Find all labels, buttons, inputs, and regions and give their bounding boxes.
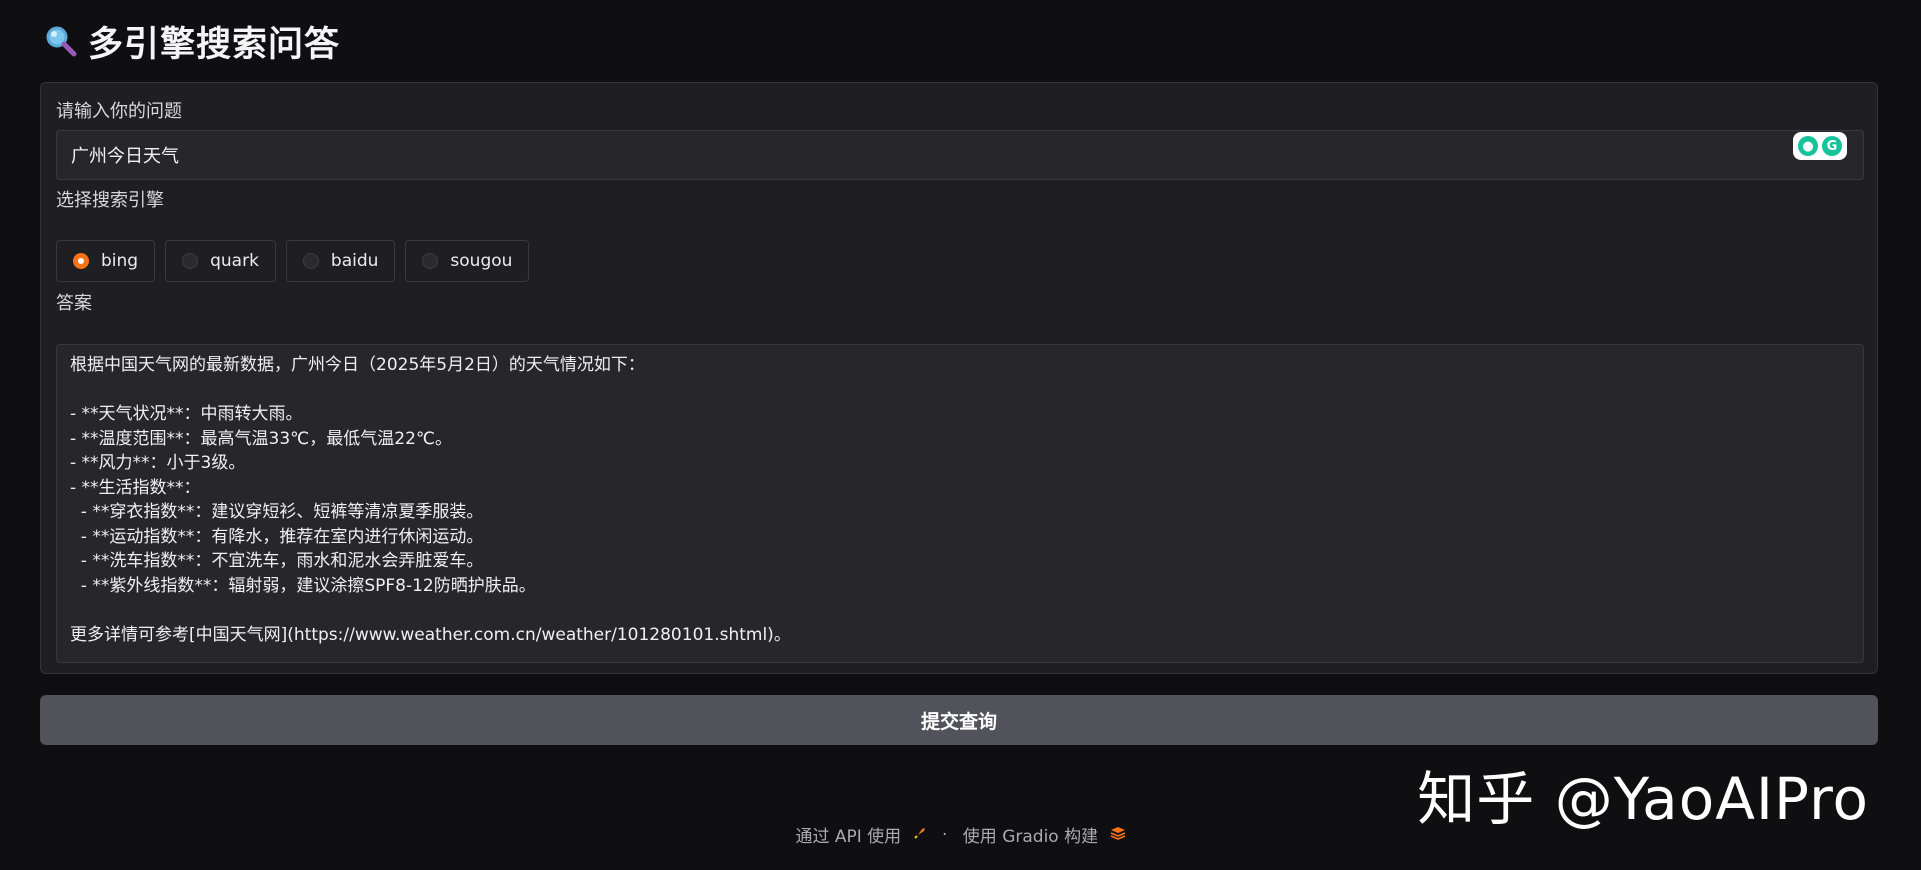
rocket-icon — [913, 825, 927, 845]
radio-unselected-icon[interactable] — [422, 253, 439, 269]
engine-option-label: bing — [101, 251, 139, 271]
radio-selected-icon[interactable] — [73, 253, 89, 269]
gradio-link[interactable]: 使用 Gradio 构建 — [963, 827, 1098, 847]
app-root: 多引擎搜索问答 请输入你的问题 广州今日天气 ● G 选择搜索引擎 bing q… — [0, 0, 1921, 870]
footer-separator: · — [941, 824, 948, 845]
answer-textbox[interactable]: 根据中国天气网的最新数据，广州今日（2025年5月2日）的天气情况如下： - *… — [56, 344, 1864, 663]
question-input-value: 广州今日天气 — [71, 146, 179, 167]
page-title-text: 多引擎搜索问答 — [88, 24, 341, 65]
footer: 通过 API 使用 · 使用 Gradio 构建 — [0, 822, 1921, 847]
lightbulb-icon[interactable]: ● — [1798, 136, 1818, 156]
form-panel: 请输入你的问题 广州今日天气 ● G 选择搜索引擎 bing quark bai… — [40, 82, 1878, 674]
grammarly-widget[interactable]: ● G — [1793, 132, 1847, 160]
radio-unselected-icon[interactable] — [182, 253, 199, 269]
submit-button[interactable]: 提交查询 — [40, 695, 1878, 745]
answer-label: 答案 — [56, 293, 92, 314]
engine-option-label: quark — [210, 251, 259, 271]
page-title: 多引擎搜索问答 — [44, 16, 340, 66]
engine-option-baidu[interactable]: baidu — [285, 240, 396, 282]
api-link[interactable]: 通过 API 使用 — [795, 827, 901, 847]
magnifier-icon — [46, 26, 77, 57]
radio-unselected-icon[interactable] — [302, 253, 319, 269]
question-input[interactable]: 广州今日天气 ● G — [56, 130, 1864, 180]
engine-option-quark[interactable]: quark — [165, 240, 276, 282]
question-label: 请输入你的问题 — [56, 101, 182, 122]
engine-option-bing[interactable]: bing — [56, 240, 156, 282]
grammarly-icon[interactable]: G — [1822, 136, 1842, 156]
gradio-logo-icon — [1110, 825, 1126, 845]
engine-option-label: baidu — [330, 251, 379, 271]
engine-option-sougou[interactable]: sougou — [405, 240, 530, 282]
engine-radio-group: bing quark baidu sougou — [56, 240, 530, 282]
engine-label: 选择搜索引擎 — [56, 190, 164, 211]
engine-option-label: sougou — [450, 251, 513, 271]
